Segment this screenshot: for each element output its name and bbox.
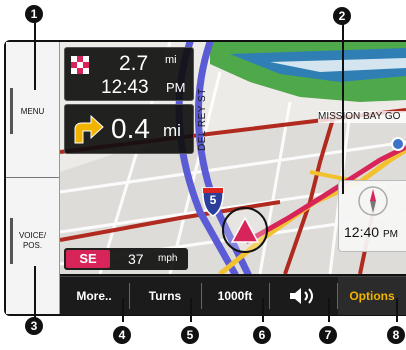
callout-leader-2 (342, 22, 344, 194)
speed-panel[interactable]: SE 37 mph (64, 248, 188, 270)
callout-6: 6 (253, 326, 271, 344)
next-turn-unit: mi (163, 121, 181, 140)
callout-1: 1 (25, 5, 43, 23)
menu-button-label: MENU (20, 107, 45, 116)
checkered-flag-icon (71, 56, 89, 74)
callout-leader-4 (122, 298, 124, 322)
next-turn-panel[interactable]: 0.4 mi (64, 104, 194, 154)
callout-8: 8 (387, 326, 405, 344)
callout-leader-1 (34, 20, 36, 90)
callout-leader-6 (262, 298, 264, 322)
distance-to-destination: 2.7 (119, 52, 149, 75)
callout-leader-8 (396, 298, 398, 322)
screenshot-stage: MENU VOICE/ POS. 5 2.7 mi 12:43 PM 0.4 m… (0, 0, 406, 350)
callout-4: 4 (113, 326, 131, 344)
current-speed: 37 (128, 251, 144, 267)
heading-badge: SE (66, 250, 110, 268)
compass-icon (358, 186, 388, 216)
callout-2: 2 (333, 7, 351, 25)
trip-info-panel[interactable]: 2.7 mi 12:43 PM (64, 47, 194, 101)
more-button-label: More.. (76, 289, 112, 303)
interstate-number: 5 (209, 193, 217, 207)
zoom-scale-label: 1000ft (217, 289, 253, 303)
eta-time: 12:43 (101, 77, 149, 98)
distance-unit: mi (165, 54, 177, 66)
turns-button-label: Turns (148, 289, 182, 303)
more-button[interactable]: More.. (60, 277, 128, 315)
destination-pin-icon (391, 137, 405, 151)
zoom-scale-button[interactable]: 1000ft (202, 277, 268, 315)
bottom-toolbar: More.. Turns 1000ft Options (60, 276, 406, 315)
turn-right-arrow-icon (74, 114, 104, 144)
voice-label-line2: POS. (22, 241, 43, 250)
side-panel (6, 42, 60, 314)
speaker-icon (290, 288, 313, 304)
clock-time: 12:40 (344, 224, 380, 240)
voice-pos-button[interactable]: VOICE/ POS. (6, 218, 59, 264)
clock-ampm: PM (382, 229, 398, 240)
callout-7: 7 (319, 326, 337, 344)
eta-ampm: PM (166, 80, 186, 95)
street-label-horizontal: MISSION BAY GO (318, 111, 406, 123)
speed-unit: mph (158, 253, 178, 264)
options-button-label: Options (349, 289, 395, 303)
next-turn-distance: 0.4 (111, 113, 150, 144)
volume-button[interactable] (270, 277, 336, 315)
callout-leader-3 (34, 266, 36, 322)
callout-3: 3 (25, 317, 43, 335)
callout-leader-5 (190, 298, 192, 322)
callout-leader-7 (328, 298, 330, 322)
clock-display: 12:40 PM (340, 218, 406, 246)
voice-label-line1: VOICE/ (18, 231, 47, 240)
menu-button[interactable]: MENU (6, 92, 59, 132)
side-panel-divider (6, 177, 59, 178)
callout-5: 5 (181, 326, 199, 344)
street-label-vertical: DEL REY ST (197, 88, 208, 152)
